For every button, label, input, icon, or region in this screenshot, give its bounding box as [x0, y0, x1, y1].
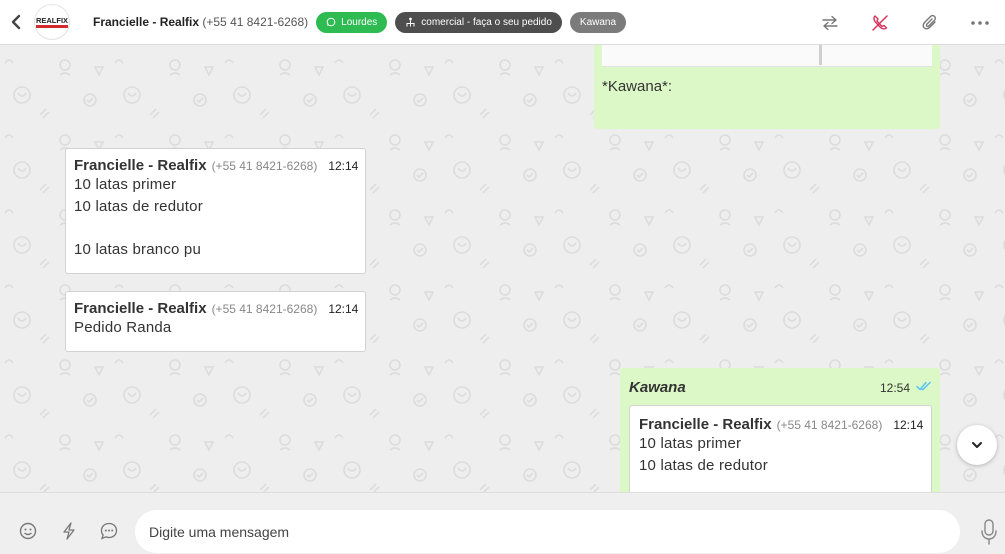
message-line-blank	[74, 217, 357, 239]
message-sender: Francielle - Realfix	[74, 157, 207, 174]
message-line: 10 latas branco pu	[74, 240, 202, 258]
tag-attendant[interactable]: Lourdes	[316, 11, 388, 33]
message-outgoing[interactable]: *Kawana*:	[594, 45, 940, 129]
message-time: 12:14	[328, 302, 359, 316]
network-icon	[406, 17, 415, 26]
more-icon	[971, 20, 989, 25]
quoted-time: 12:14	[893, 418, 924, 432]
tag-department-label: comercial - faça o seu pedido	[421, 16, 552, 28]
quoted-header: Francielle - Realfix (+55 41 8421-6268) …	[639, 416, 924, 433]
message-line: 10 latas de redutor	[74, 197, 203, 215]
transfer-icon	[822, 15, 838, 30]
contact-name: Francielle - Realfix	[93, 15, 200, 29]
chat-header: REALFIX Francielle - Realfix (+55 41 842…	[0, 0, 1005, 45]
message-list[interactable]: *Kawana*: Francielle - Realfix (+55 41 8…	[0, 45, 1005, 492]
quoted-line: 10 latas primer	[639, 435, 742, 452]
contact-avatar[interactable]: REALFIX	[34, 4, 70, 40]
message-incoming[interactable]: Francielle - Realfix (+55 41 8421-6268) …	[65, 148, 366, 274]
message-sender: Francielle - Realfix	[74, 300, 207, 317]
message-line: Pedido Randa	[74, 319, 172, 336]
tag-user-label: Kawana	[579, 16, 617, 28]
contact-phone: (+55 41 8421-6268)	[199, 15, 309, 29]
message-header: Francielle - Realfix (+55 41 8421-6268) …	[74, 300, 359, 317]
scroll-to-bottom-button[interactable]	[957, 425, 997, 465]
message-line: 10 latas primer	[74, 176, 177, 193]
message-sender-phone: (+55 41 8421-6268)	[211, 302, 318, 316]
more-options-button[interactable]	[955, 0, 1005, 45]
chat-options-button[interactable]	[98, 520, 120, 542]
read-receipt-icon	[916, 381, 931, 391]
contact-title[interactable]: Francielle - Realfix (+55 41 8421-6268)	[93, 15, 308, 29]
attach-icon	[922, 14, 937, 30]
hangup-icon	[872, 14, 888, 31]
quoted-sender: Francielle - Realfix	[639, 416, 772, 433]
quoted-message[interactable]: Francielle - Realfix (+55 41 8421-6268) …	[629, 405, 932, 492]
transfer-button[interactable]	[805, 0, 855, 45]
svg-text:REALFIX: REALFIX	[36, 16, 68, 25]
message-attachment-preview[interactable]	[602, 45, 932, 67]
realfix-logo: REALFIX	[36, 16, 68, 28]
message-input[interactable]	[135, 510, 960, 553]
attach-button[interactable]	[905, 0, 955, 45]
back-button[interactable]	[0, 0, 32, 45]
message-sender-phone: (+55 41 8421-6268)	[211, 159, 318, 173]
tag-user[interactable]: Kawana	[569, 11, 627, 33]
quoted-line: 10 latas de redutor	[639, 456, 768, 474]
tag-department[interactable]: comercial - faça o seu pedido	[395, 11, 562, 33]
chevron-down-icon	[972, 442, 982, 448]
quick-reply-icon	[63, 522, 75, 540]
chat-icon	[100, 522, 118, 540]
end-conversation-button[interactable]	[855, 0, 905, 45]
message-header: Francielle - Realfix (+55 41 8421-6268) …	[74, 157, 359, 174]
composer	[0, 492, 1005, 554]
message-time: 12:14	[328, 159, 359, 173]
message-time: 12:54	[879, 381, 910, 395]
message-incoming[interactable]: Francielle - Realfix (+55 41 8421-6268) …	[65, 291, 366, 352]
quick-reply-button[interactable]	[58, 520, 80, 542]
chevron-left-icon	[11, 14, 21, 30]
quoted-sender-phone: (+55 41 8421-6268)	[776, 418, 883, 432]
emoji-icon	[19, 522, 37, 540]
tag-attendant-label: Lourdes	[341, 16, 378, 28]
message-outgoing[interactable]: Kawana 12:54 Francielle - Realfix (+55 4…	[620, 368, 940, 492]
message-text: *Kawana*:	[602, 78, 673, 95]
emoji-button[interactable]	[17, 520, 39, 542]
record-audio-button[interactable]	[980, 519, 998, 550]
microphone-icon	[981, 519, 997, 545]
whatsapp-icon	[326, 17, 336, 27]
message-author: Kawana	[629, 379, 686, 396]
